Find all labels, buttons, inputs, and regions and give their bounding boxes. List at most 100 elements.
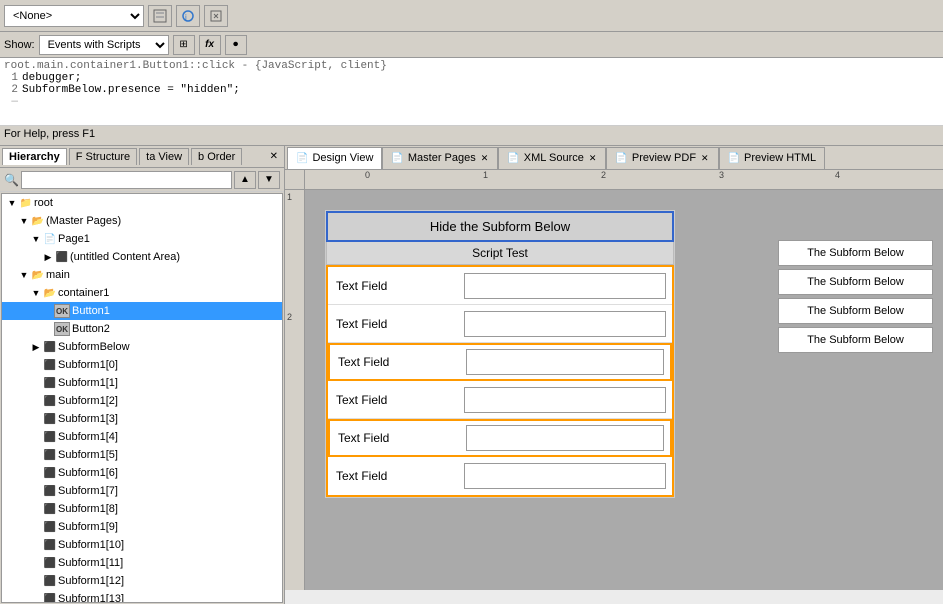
tree-item-button2[interactable]: OK Button2 [2, 320, 282, 338]
fields-container: Text Field Text Field Text Field [326, 265, 674, 497]
ruler-mark-2: 2 [601, 170, 606, 180]
show-label: Show: [4, 39, 35, 51]
tab-master-pages[interactable]: 📄 Master Pages ✕ [382, 147, 498, 169]
tree-item-subform1-7[interactable]: ⬛ Subform1[7] [2, 482, 282, 500]
toggle-root[interactable]: ▼ [6, 198, 18, 208]
script-test-subtitle: Script Test [326, 242, 674, 265]
field-input-4[interactable] [464, 387, 666, 413]
tab-preview-pdf[interactable]: 📄 Preview PDF ✕ [606, 147, 718, 169]
form-row-1: Text Field [328, 267, 672, 305]
tab-pdf-close[interactable]: ✕ [700, 153, 710, 164]
search-input[interactable] [21, 171, 232, 189]
field-input-6[interactable] [464, 463, 666, 489]
tree-item-subform1-10[interactable]: ⬛ Subform1[10] [2, 536, 282, 554]
code-line-3: — [4, 96, 939, 108]
tree-item-untitled[interactable]: ▶ ⬛ (untitled Content Area) [2, 248, 282, 266]
fx-btn[interactable]: fx [199, 35, 221, 55]
tree-item-subform1-11[interactable]: ⬛ Subform1[11] [2, 554, 282, 572]
subform-item-4: The Subform Below [778, 327, 933, 353]
label-subform1-13: Subform1[13] [58, 593, 124, 603]
tab-preview-html[interactable]: 📄 Preview HTML [719, 147, 826, 169]
label-container1: container1 [58, 287, 109, 299]
icon-subform1-6: ⬛ [42, 466, 58, 480]
tree-item-button1[interactable]: OK Button1 [2, 302, 282, 320]
subform-item-3: The Subform Below [778, 298, 933, 324]
tree-item-root[interactable]: ▼ 📁 root [2, 194, 282, 212]
label-subform1-2: Subform1[2] [58, 395, 118, 407]
field-label-4: Text Field [328, 389, 458, 411]
tree-item-subform1-13[interactable]: ⬛ Subform1[13] [2, 590, 282, 603]
toolbar-btn-2[interactable]: i [176, 5, 200, 27]
tree-item-subform1-9[interactable]: ⬛ Subform1[9] [2, 518, 282, 536]
tab-design-view[interactable]: 📄 Design View [287, 147, 382, 169]
toggle-main[interactable]: ▼ [18, 270, 30, 280]
hide-subform-button[interactable]: Hide the Subform Below [326, 211, 674, 242]
tree-item-subform1-3[interactable]: ⬛ Subform1[3] [2, 410, 282, 428]
field-input-5[interactable] [466, 425, 664, 451]
code-line-header: root.main.container1.Button1::click - {J… [4, 60, 939, 72]
toggle-page1[interactable]: ▼ [30, 234, 42, 244]
line-num-3: — [4, 96, 18, 108]
toolbar-btn-1[interactable] [148, 5, 172, 27]
tree-item-page1[interactable]: ▼ 📄 Page1 [2, 230, 282, 248]
debug-btn[interactable]: ⏺ [225, 35, 247, 55]
events-dropdown[interactable]: Events with Scripts All Events [39, 35, 169, 55]
code-header-text: root.main.container1.Button1::click - {J… [4, 60, 387, 72]
ruler-mark-1: 1 [483, 170, 488, 180]
form-row-3: Text Field [328, 343, 672, 381]
toolbar-btn-3[interactable] [204, 5, 228, 27]
design-area[interactable]: 0 1 2 3 4 1 2 [285, 170, 943, 604]
icon-button1: OK [54, 304, 70, 318]
preview-html-icon: 📄 [728, 153, 740, 164]
icon-main: 📂 [30, 268, 46, 282]
field-input-3[interactable] [466, 349, 664, 375]
tab-f-structure[interactable]: F Structure [69, 148, 137, 165]
tab-hierarchy[interactable]: Hierarchy [2, 148, 67, 165]
label-subform1-9: Subform1[9] [58, 521, 118, 533]
tree-item-subform1-12[interactable]: ⬛ Subform1[12] [2, 572, 282, 590]
tree-item-subform1-4[interactable]: ⬛ Subform1[4] [2, 428, 282, 446]
tab-master-label: Master Pages [408, 152, 476, 164]
tab-b-order[interactable]: b Order [191, 148, 242, 165]
tree-item-container1[interactable]: ▼ 📂 container1 [2, 284, 282, 302]
toggle-master[interactable]: ▼ [18, 216, 30, 226]
tab-xml-source[interactable]: 📄 XML Source ✕ [498, 147, 606, 169]
tree-item-subform1-1[interactable]: ⬛ Subform1[1] [2, 374, 282, 392]
svg-text:i: i [185, 13, 187, 22]
field-label-5: Text Field [330, 427, 460, 449]
tree-item-master-pages[interactable]: ▼ 📂 (Master Pages) [2, 212, 282, 230]
hierarchy-btn[interactable]: ⊞ [173, 35, 195, 55]
preview-pdf-icon: 📄 [615, 153, 627, 164]
search-down-btn[interactable]: ▼ [258, 171, 280, 189]
canvas: Hide the Subform Below Script Test Text … [305, 190, 943, 590]
subform-label-4: The Subform Below [807, 334, 904, 346]
tree-item-subform1-0[interactable]: ⬛ Subform1[0] [2, 356, 282, 374]
label-subform1-4: Subform1[4] [58, 431, 118, 443]
field-input-2[interactable] [464, 311, 666, 337]
field-input-1[interactable] [464, 273, 666, 299]
toggle-untitled[interactable]: ▶ [42, 252, 54, 263]
ruler-v-mark-1: 1 [285, 190, 304, 310]
toggle-container1[interactable]: ▼ [30, 288, 42, 298]
tree-item-main[interactable]: ▼ 📂 main [2, 266, 282, 284]
icon-subform1-9: ⬛ [42, 520, 58, 534]
none-dropdown[interactable]: <None> [4, 5, 144, 27]
tab-master-close[interactable]: ✕ [480, 153, 490, 164]
xml-source-icon: 📄 [507, 153, 519, 164]
icon-button2: OK [54, 322, 70, 336]
toggle-subform-below[interactable]: ▶ [30, 342, 42, 353]
tree-item-subform-below[interactable]: ▶ ⬛ SubformBelow [2, 338, 282, 356]
master-pages-icon: 📄 [391, 153, 403, 164]
icon-subform-below: ⬛ [42, 340, 58, 354]
search-up-btn[interactable]: ▲ [234, 171, 256, 189]
tree-item-subform1-6[interactable]: ⬛ Subform1[6] [2, 464, 282, 482]
tab-html-label: Preview HTML [744, 152, 816, 164]
tree-item-subform1-8[interactable]: ⬛ Subform1[8] [2, 500, 282, 518]
tree-item-subform1-2[interactable]: ⬛ Subform1[2] [2, 392, 282, 410]
panel-close[interactable]: ✕ [266, 151, 282, 162]
label-subform1-6: Subform1[6] [58, 467, 118, 479]
tab-ta-view[interactable]: ta View [139, 148, 189, 165]
tab-xml-close[interactable]: ✕ [588, 153, 598, 164]
tab-pdf-label: Preview PDF [632, 152, 696, 164]
tree-item-subform1-5[interactable]: ⬛ Subform1[5] [2, 446, 282, 464]
